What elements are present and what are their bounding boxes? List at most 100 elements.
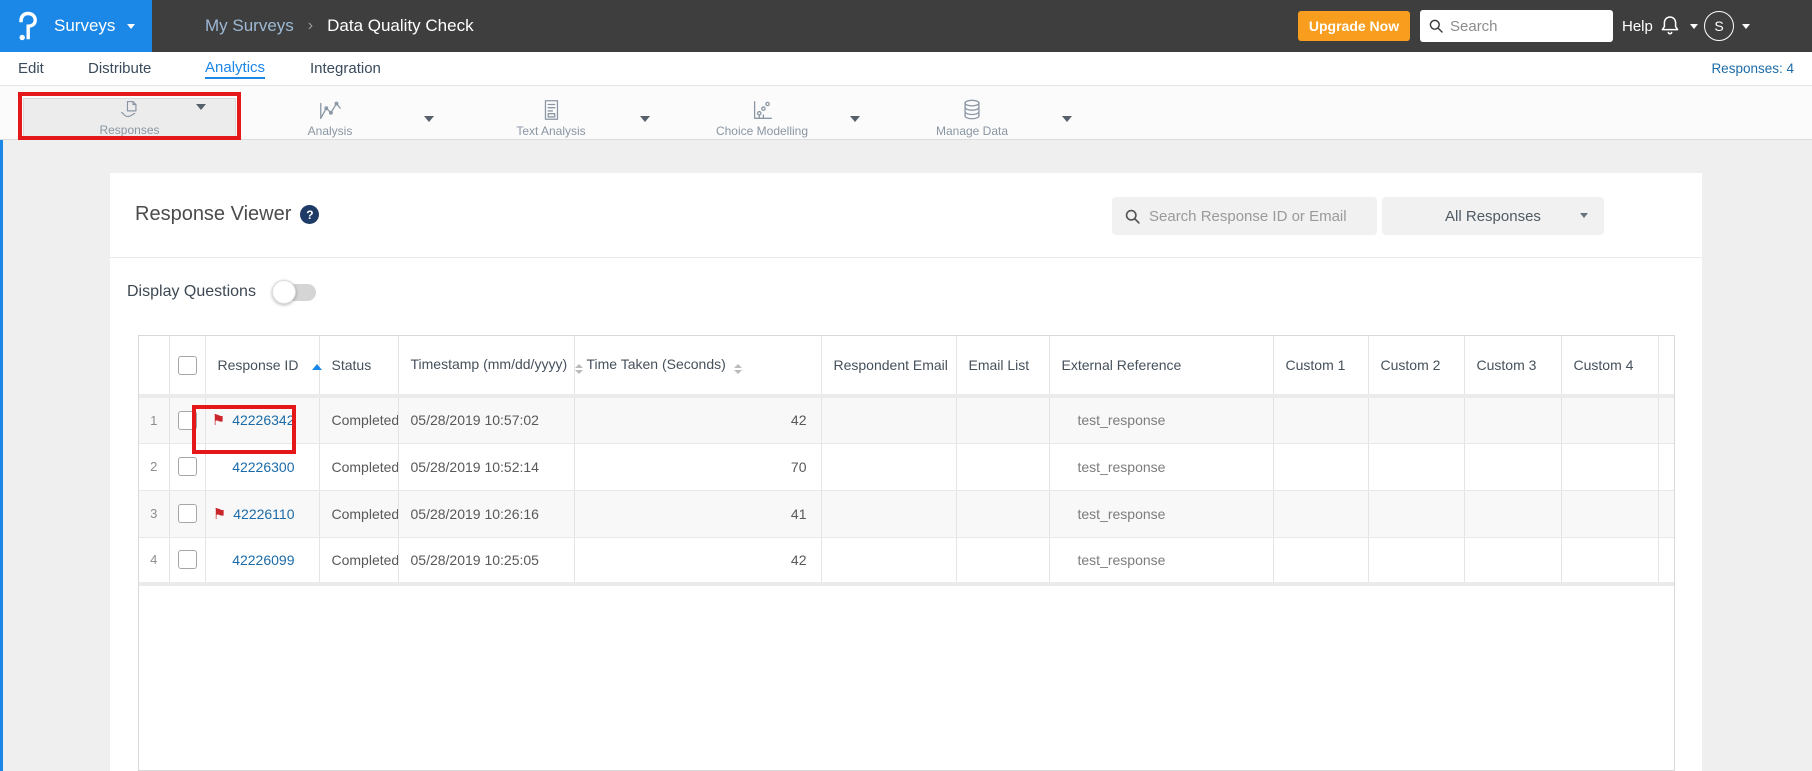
custom-1-cell	[1273, 396, 1369, 444]
select-all-checkbox[interactable]	[177, 355, 197, 375]
tab-edit[interactable]: Edit	[18, 52, 44, 85]
upgrade-now-button[interactable]: Upgrade Now	[1298, 11, 1410, 41]
responses-count: Responses: 4	[1711, 61, 1794, 76]
row-checkbox[interactable]	[177, 504, 197, 523]
custom-3-cell	[1464, 490, 1562, 538]
status-cell: Completed	[319, 396, 399, 444]
timestamp-cell: 05/28/2019 10:25:05	[398, 537, 575, 586]
time-taken-cell: 41	[574, 490, 822, 538]
custom-4-cell	[1561, 537, 1659, 586]
sort-icon	[733, 364, 742, 374]
row-number: 1	[139, 396, 170, 444]
gutter-cell	[1658, 537, 1674, 586]
analytics-toolbar: Responses Analysis Text Analysis Choice …	[0, 85, 1812, 140]
topbar-search-input[interactable]	[1450, 17, 1600, 35]
col-timestamp[interactable]: Timestamp (mm/dd/yyyy)	[398, 336, 584, 398]
manage-data-dropdown-caret[interactable]	[1062, 116, 1072, 122]
choice-modelling-dropdown-caret[interactable]	[850, 116, 860, 122]
status-cell: Completed	[319, 490, 399, 538]
respondent-email-cell	[821, 490, 957, 538]
bell-icon	[1661, 16, 1679, 35]
help-link[interactable]: Help	[1622, 0, 1653, 52]
col-time-taken[interactable]: Time Taken (Seconds)	[574, 336, 822, 398]
tab-integration[interactable]: Integration	[310, 52, 381, 85]
analysis-dropdown-caret[interactable]	[424, 116, 434, 122]
row-checkbox[interactable]	[177, 457, 197, 476]
row-select-cell	[169, 443, 206, 491]
table-row: 3 ⚑ 42226110 Completed 05/28/2019 10:26:1…	[139, 490, 1674, 538]
tab-distribute[interactable]: Distribute	[88, 52, 151, 85]
response-search-input[interactable]	[1149, 207, 1359, 225]
col-email-list-label: Email List	[968, 357, 1030, 373]
response-id-link[interactable]: 42226300	[232, 459, 294, 475]
notifications-button[interactable]	[1658, 0, 1698, 52]
product-switcher[interactable]: Surveys	[0, 0, 152, 52]
account-menu[interactable]: S	[1704, 0, 1750, 52]
time-taken-cell: 42	[574, 396, 822, 444]
response-id-link[interactable]: 42226099	[232, 552, 294, 568]
custom-1-cell	[1273, 490, 1369, 538]
respondent-email-cell	[821, 537, 957, 586]
display-questions-toggle[interactable]	[271, 280, 316, 304]
table-row: 4 ⚑42226099 Completed 05/28/2019 10:25:0…	[139, 537, 1674, 586]
tab-distribute-label: Distribute	[88, 59, 152, 77]
response-filter-dropdown[interactable]: All Responses	[1382, 197, 1604, 235]
col-custom-2-label: Custom 2	[1380, 357, 1441, 373]
chevron-down-icon	[1742, 23, 1750, 29]
row-checkbox[interactable]	[177, 410, 197, 430]
left-accent-strip	[0, 140, 3, 771]
email-list-cell	[956, 490, 1050, 538]
toolbar-analysis-label: Analysis	[307, 124, 353, 138]
tab-integration-label: Integration	[310, 59, 381, 77]
flag-icon: ⚑	[211, 411, 226, 430]
col-status-label: Status	[331, 357, 372, 373]
help-icon[interactable]: ?	[300, 205, 320, 224]
col-external-reference-label: External Reference	[1061, 357, 1182, 373]
response-id-link[interactable]: 42226110	[233, 506, 294, 522]
responses-dropdown-caret[interactable]	[196, 104, 206, 110]
email-list-cell	[956, 396, 1050, 444]
external-reference-cell: test_response	[1049, 537, 1274, 586]
col-custom-1-label: Custom 1	[1285, 357, 1346, 373]
topbar: Surveys My Surveys › Data Quality Check …	[0, 0, 1812, 52]
time-taken-cell: 42	[574, 537, 822, 586]
gutter-cell	[1658, 443, 1674, 491]
responses-icon	[120, 100, 137, 118]
custom-2-cell	[1368, 537, 1465, 586]
col-custom-2: Custom 2	[1368, 336, 1465, 398]
table-row: 2 ⚑42226300 Completed 05/28/2019 10:52:1…	[139, 443, 1674, 491]
display-questions-label: Display Questions	[127, 283, 256, 300]
page: Surveys My Surveys › Data Quality Check …	[0, 0, 1812, 771]
toolbar-analysis-button[interactable]: Analysis	[270, 98, 390, 138]
row-number: 2	[139, 443, 170, 491]
tab-analytics[interactable]: Analytics	[205, 52, 266, 85]
toolbar-manage-data-button[interactable]: Manage Data	[912, 98, 1032, 138]
col-response-id-label: Response ID	[217, 357, 299, 373]
response-id-cell: ⚑42226300	[205, 443, 320, 491]
row-number: 3	[139, 490, 170, 538]
col-custom-3: Custom 3	[1464, 336, 1562, 398]
breadcrumb: My Surveys › Data Quality Check	[205, 0, 474, 52]
response-search	[1112, 197, 1377, 235]
col-custom-3-label: Custom 3	[1476, 357, 1537, 373]
choice-modelling-icon	[753, 101, 772, 119]
col-custom-1: Custom 1	[1273, 336, 1369, 398]
toolbar-text-analysis-button[interactable]: Text Analysis	[491, 98, 611, 138]
row-select-cell	[169, 490, 206, 538]
custom-4-cell	[1561, 396, 1659, 444]
response-id-link[interactable]: 42226342	[232, 412, 294, 428]
breadcrumb-current: Data Quality Check	[327, 16, 474, 35]
col-time-taken-label: Time Taken (Seconds)	[586, 356, 726, 372]
page-title: Response Viewer ?	[135, 203, 320, 226]
toolbar-text-analysis-label: Text Analysis	[516, 124, 586, 138]
toolbar-choice-modelling-button[interactable]: Choice Modelling	[697, 98, 827, 138]
status-cell: Completed	[319, 537, 399, 586]
text-analysis-dropdown-caret[interactable]	[640, 116, 650, 122]
breadcrumb-my-surveys[interactable]: My Surveys	[205, 16, 294, 36]
col-response-id[interactable]: Response ID	[205, 336, 323, 398]
row-select-cell	[169, 537, 206, 586]
sort-asc-icon	[312, 364, 323, 370]
row-checkbox[interactable]	[177, 550, 197, 570]
external-reference-cell: test_response	[1049, 443, 1274, 491]
col-status: Status	[319, 336, 399, 398]
